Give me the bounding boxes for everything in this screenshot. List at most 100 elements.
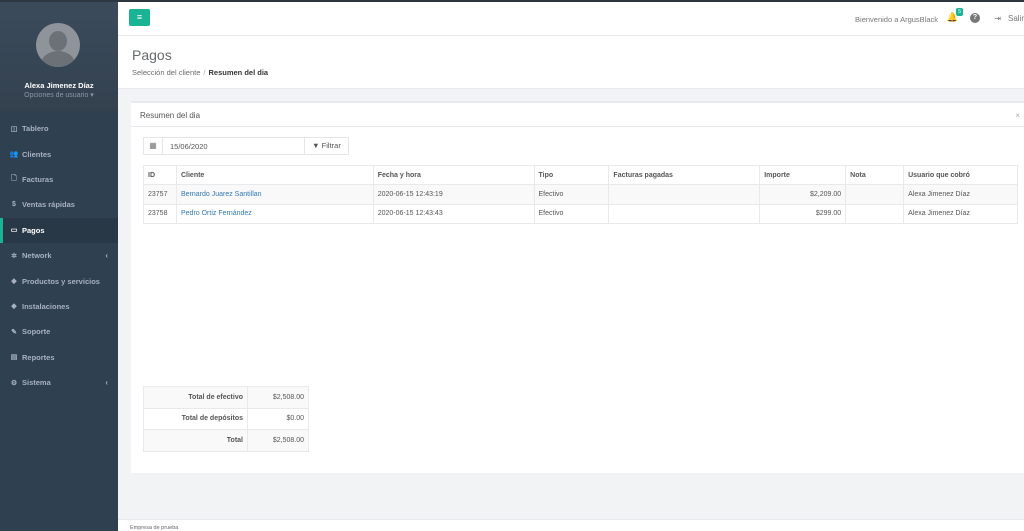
- sidebar-item-label: Network: [22, 251, 52, 261]
- sidebar-item-label: Clientes: [22, 149, 52, 159]
- sidebar-item-reportes[interactable]: ▤ Reportes: [0, 345, 118, 370]
- date-input[interactable]: [163, 137, 305, 155]
- sidebar-item-label: Productos y servicios: [22, 276, 100, 286]
- cell-id: 23758: [143, 203, 177, 224]
- tag-icon: ◆: [11, 278, 17, 286]
- network-icon: ✲: [11, 252, 17, 260]
- filter-icon: ▼: [312, 141, 320, 150]
- sidebar-item-label: Tablero: [22, 124, 49, 134]
- panel-title: Resumen del dia: [140, 111, 201, 120]
- client-link[interactable]: Bernardo Juarez Santillan: [181, 191, 262, 198]
- sidebar-item-label: Reportes: [22, 352, 55, 362]
- sidebar-item-label: Sistema: [22, 378, 51, 388]
- user-profile: Alexa Jimenez Díaz Opciones de usuario ▾: [0, 2, 118, 113]
- cell-invoices: [608, 184, 761, 205]
- table-row: 23758 Pedro Ortiz Fernández 2020-06-15 1…: [143, 203, 1018, 224]
- totals-row: Total $2,508.00: [143, 429, 309, 452]
- cell-id: 23757: [143, 184, 177, 205]
- breadcrumb-separator: /: [203, 68, 206, 77]
- file-icon: 🗋: [11, 174, 17, 182]
- wrench-icon: ✎: [11, 328, 17, 336]
- sidebar-item-label: Soporte: [22, 327, 51, 337]
- sidebar-item-network[interactable]: ✲ Network ‹: [0, 243, 118, 268]
- cell-type: Efectivo: [533, 184, 610, 205]
- user-name: Alexa Jimenez Díaz: [24, 81, 94, 90]
- book-icon: ▤: [10, 354, 18, 362]
- calendar-icon[interactable]: ▦: [143, 137, 163, 155]
- sidebar-item-label: Instalaciones: [22, 301, 70, 311]
- dollar-icon: $: [12, 201, 16, 209]
- total-deposits-value: $0.00: [247, 407, 309, 430]
- breadcrumb-link[interactable]: Selección del cliente: [132, 68, 200, 77]
- sidebar-item-clientes[interactable]: 👥 Clientes: [0, 141, 118, 166]
- user-options-dropdown[interactable]: Opciones de usuario ▾: [0, 91, 118, 99]
- client-link[interactable]: Pedro Ortiz Fernández: [181, 210, 252, 217]
- sidebar-item-instalaciones[interactable]: ◆ Instalaciones: [0, 294, 118, 319]
- cell-client: Bernardo Juarez Santillan: [175, 184, 374, 205]
- avatar[interactable]: [36, 23, 80, 67]
- notification-badge: 5: [956, 8, 963, 16]
- cell-user: Alexa Jimenez Díaz: [903, 203, 1018, 224]
- cell-datetime: 2020-06-15 12:43:43: [372, 203, 535, 224]
- sidebar-item-ventas-rapidas[interactable]: $ Ventas rápidas: [0, 192, 118, 217]
- table-header-row: ID Cliente Fecha y hora Tipo Facturas pa…: [143, 165, 1018, 185]
- column-header[interactable]: Facturas pagadas: [608, 165, 761, 185]
- breadcrumb: Selección del cliente / Resumen del dia: [132, 68, 268, 77]
- totals-row: Total de depósitos $0.00: [143, 407, 309, 430]
- chevron-left-icon: ‹: [105, 378, 108, 388]
- footer: Empresa de prueba: [118, 519, 1024, 531]
- date-filter: ▦ ▼ Filtrar: [143, 137, 349, 155]
- cell-user: Alexa Jimenez Díaz: [903, 184, 1018, 205]
- help-icon[interactable]: ?: [970, 13, 980, 23]
- close-icon[interactable]: ×: [1015, 111, 1020, 120]
- page-title: Pagos: [132, 47, 172, 63]
- breadcrumb-current: Resumen del dia: [208, 68, 269, 77]
- total-deposits-label: Total de depósitos: [143, 407, 248, 430]
- money-icon: ▭: [10, 227, 18, 235]
- column-header[interactable]: Cliente: [175, 165, 374, 185]
- logout-link[interactable]: Salir: [1008, 14, 1024, 23]
- chevron-left-icon: ‹: [105, 251, 108, 261]
- payments-table: ID Cliente Fecha y hora Tipo Facturas pa…: [143, 165, 1018, 224]
- column-header[interactable]: Tipo: [533, 165, 610, 185]
- sidebar-item-pagos[interactable]: ▭ Pagos: [0, 217, 118, 243]
- totals-table: Total de efectivo $2,508.00 Total de dep…: [143, 386, 309, 452]
- column-header[interactable]: Fecha y hora: [372, 165, 535, 185]
- cell-amount: $2,209.00: [759, 184, 847, 205]
- page-heading: Pagos Selección del cliente / Resumen del …: [118, 36, 1024, 89]
- hamburger-icon: ≡: [136, 12, 143, 22]
- totals-row: Total de efectivo $2,508.00: [143, 386, 309, 409]
- dashboard-icon: ◫: [10, 125, 18, 133]
- panel-header: Resumen del dia ×: [131, 103, 1024, 127]
- cell-note: [845, 184, 905, 205]
- sign-out-icon[interactable]: ⇥: [994, 14, 1001, 23]
- filter-button[interactable]: ▼ Filtrar: [305, 137, 349, 155]
- column-header[interactable]: Nota: [845, 165, 905, 185]
- total-cash-value: $2,508.00: [247, 386, 309, 409]
- column-header[interactable]: Usuario que cobró: [903, 165, 1018, 185]
- gears-icon: ⚙: [10, 379, 18, 387]
- cell-type: Efectivo: [533, 203, 610, 224]
- filter-button-label: Filtrar: [321, 141, 341, 150]
- sidebar-item-sistema[interactable]: ⚙ Sistema ‹: [0, 370, 118, 395]
- sidebar: Alexa Jimenez Díaz Opciones de usuario ▾…: [0, 2, 118, 531]
- sidebar-item-label: Facturas: [22, 174, 54, 184]
- sidebar-menu: ◫ Tablero 👥 Clientes 🗋 Facturas $ Ventas ráp…: [0, 116, 118, 395]
- cell-amount: $299.00: [759, 203, 847, 224]
- sidebar-item-facturas[interactable]: 🗋 Facturas: [0, 167, 118, 192]
- welcome-message: Bienvenido a ArgusBlack: [855, 15, 938, 24]
- summary-panel: Resumen del dia × ▦ ▼ Filtrar ID Cliente…: [131, 101, 1024, 473]
- users-icon: 👥: [9, 151, 19, 159]
- sidebar-item-productos[interactable]: ◆ Productos y servicios: [0, 268, 118, 293]
- cell-invoices: [608, 203, 761, 224]
- sidebar-item-tablero[interactable]: ◫ Tablero: [0, 116, 118, 141]
- column-header[interactable]: ID: [143, 165, 177, 185]
- menu-toggle-button[interactable]: ≡: [129, 9, 150, 26]
- column-header[interactable]: Importe: [759, 165, 847, 185]
- sidebar-item-soporte[interactable]: ✎ Soporte: [0, 319, 118, 344]
- top-navbar: ≡ Bienvenido a ArgusBlack 🔔 5 ? ⇥ Salir: [118, 2, 1024, 36]
- cell-datetime: 2020-06-15 12:43:19: [372, 184, 535, 205]
- table-row: 23757 Bernardo Juarez Santillan 2020-06-…: [143, 184, 1018, 205]
- total-label: Total: [143, 429, 248, 452]
- total-value: $2,508.00: [247, 429, 309, 452]
